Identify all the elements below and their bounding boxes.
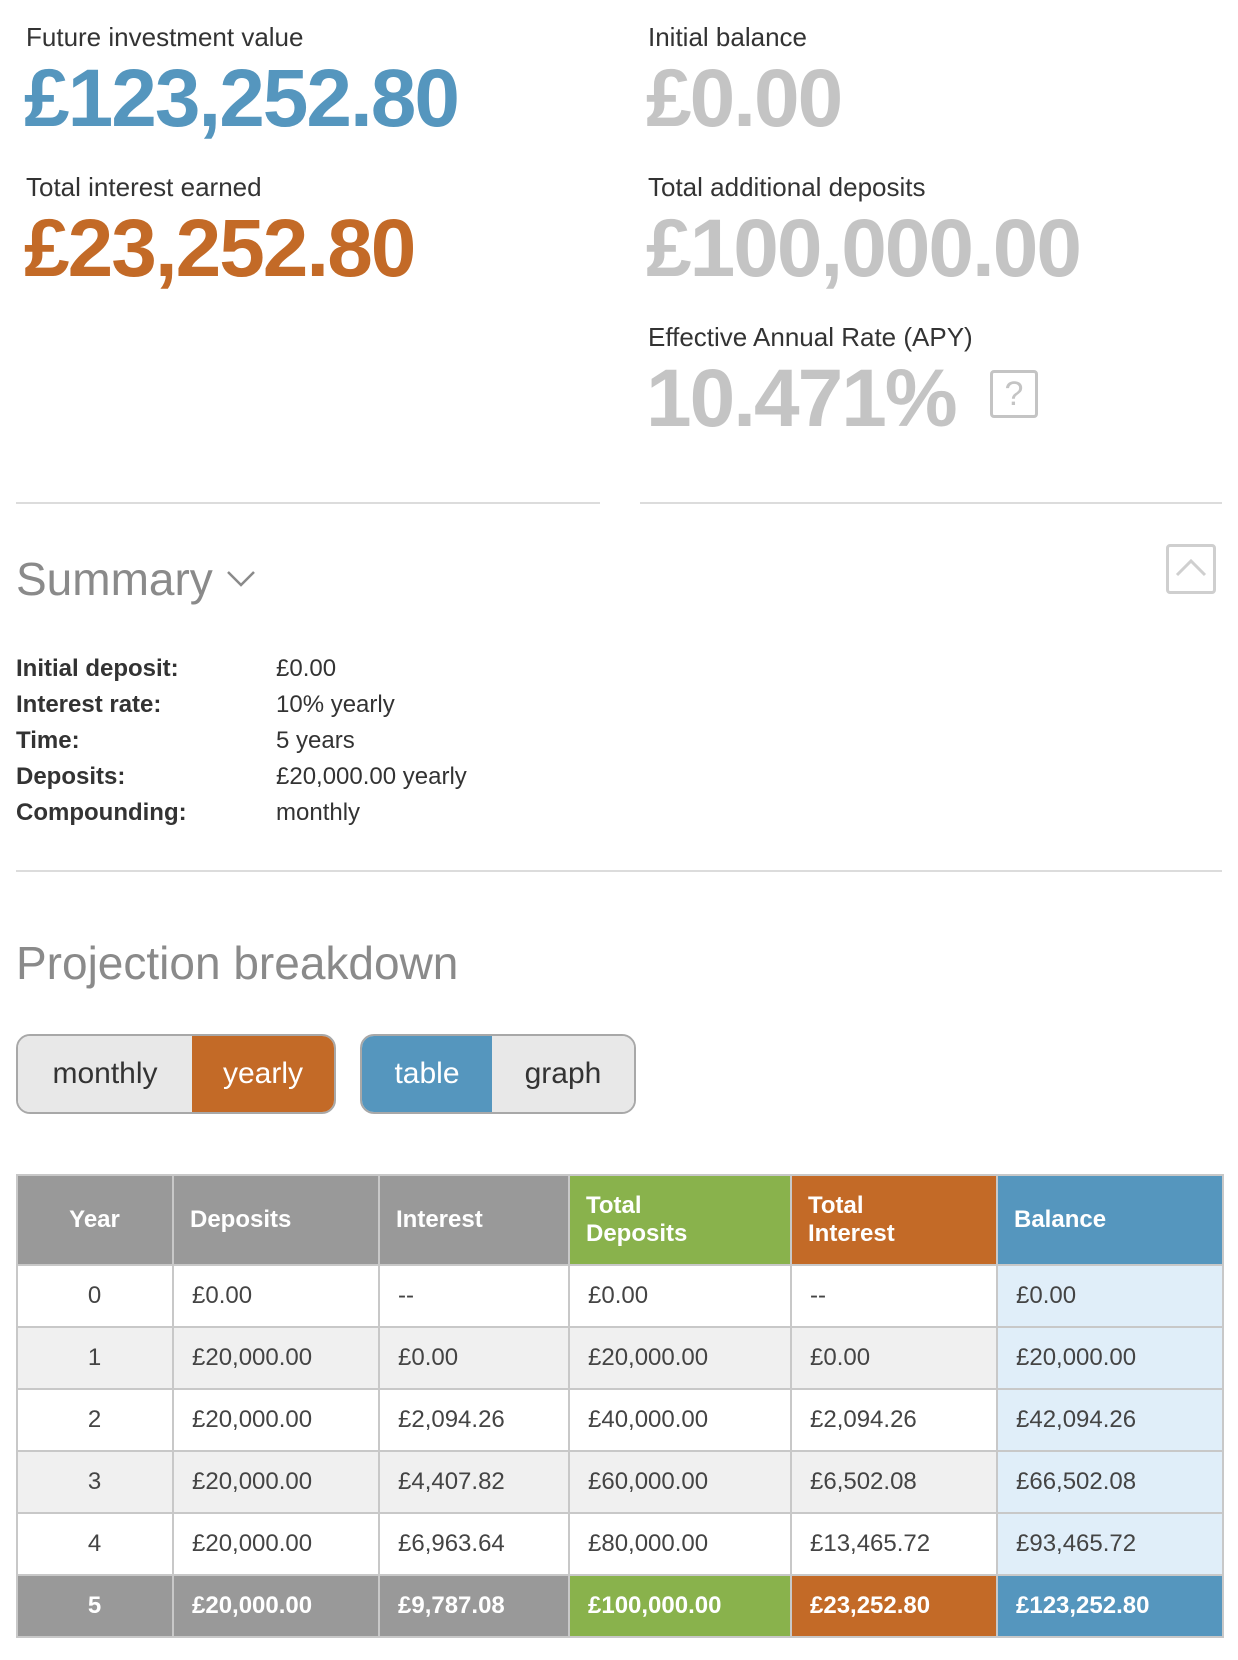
additional-deposits-label: Total additional deposits [648, 172, 926, 202]
summary-label-initial-deposit: Initial deposit: [16, 655, 179, 682]
apy-label: Effective Annual Rate (APY) [648, 322, 973, 352]
summary-label-deposits: Deposits: [16, 763, 126, 790]
cell-total-interest: £6,502.08 [790, 1450, 998, 1514]
summary-divider [16, 870, 1222, 872]
chevron-up-icon [1175, 558, 1207, 577]
view-toggle: table graph [360, 1034, 636, 1114]
cell-total-interest: £13,465.72 [790, 1512, 998, 1576]
table-row: 4 £20,000.00 £6,963.64 £80,000.00 £13,46… [16, 1512, 1224, 1576]
cell-total-deposits: £80,000.00 [568, 1512, 792, 1576]
cell-total-deposits: £60,000.00 [568, 1450, 792, 1514]
cell-balance: £93,465.72 [996, 1512, 1224, 1576]
cell-total-interest: £23,252.80 [790, 1574, 998, 1638]
cell-total-deposits: £20,000.00 [568, 1326, 792, 1390]
cell-deposits: £20,000.00 [172, 1512, 380, 1576]
col-header-interest: Interest [378, 1174, 570, 1266]
col-header-total-deposits: Total Deposits [568, 1174, 792, 1266]
cell-total-deposits: £100,000.00 [568, 1574, 792, 1638]
yearly-toggle-button[interactable]: yearly [192, 1036, 334, 1112]
future-value-amount: £123,252.80 [24, 53, 460, 144]
cell-deposits: £0.00 [172, 1264, 380, 1328]
summary-label-compounding: Compounding: [16, 799, 187, 826]
period-toggle: monthly yearly [16, 1034, 336, 1114]
cell-total-interest: -- [790, 1264, 998, 1328]
cell-interest: £4,407.82 [378, 1450, 570, 1514]
cell-year: 5 [16, 1574, 174, 1638]
table-row: 3 £20,000.00 £4,407.82 £60,000.00 £6,502… [16, 1450, 1224, 1514]
summary-value-initial-deposit: £0.00 [276, 655, 337, 682]
cell-year: 3 [16, 1450, 174, 1514]
cell-balance: £66,502.08 [996, 1450, 1224, 1514]
summary-value-compounding: monthly [276, 799, 361, 826]
cell-total-interest: £2,094.26 [790, 1388, 998, 1452]
col-header-year: Year [16, 1174, 174, 1266]
cell-deposits: £20,000.00 [172, 1450, 380, 1514]
cell-deposits: £20,000.00 [172, 1388, 380, 1452]
summary-label-interest-rate: Interest rate: [16, 691, 162, 718]
summary-value-deposits: £20,000.00 yearly [276, 763, 467, 790]
table-header-row: Year Deposits Interest Total Deposits To… [16, 1174, 1224, 1266]
cell-interest: £6,963.64 [378, 1512, 570, 1576]
table-toggle-button[interactable]: table [362, 1036, 492, 1112]
total-interest-label: Total interest earned [26, 172, 262, 202]
chevron-down-icon[interactable] [224, 566, 258, 590]
table-row: 0 £0.00 -- £0.00 -- £0.00 [16, 1264, 1224, 1328]
divider-left [16, 502, 600, 504]
apy-value: 10.471% [646, 353, 958, 444]
total-interest-amount: £23,252.80 [24, 203, 416, 294]
cell-year: 0 [16, 1264, 174, 1328]
cell-balance: £42,094.26 [996, 1388, 1224, 1452]
cell-total-interest: £0.00 [790, 1326, 998, 1390]
summary-label-time: Time: [16, 727, 80, 754]
cell-balance: £20,000.00 [996, 1326, 1224, 1390]
cell-balance: £0.00 [996, 1264, 1224, 1328]
divider-right [640, 502, 1222, 504]
collapse-button[interactable] [1166, 544, 1216, 594]
summary-title[interactable]: Summary [16, 552, 213, 606]
cell-interest: -- [378, 1264, 570, 1328]
cell-interest: £0.00 [378, 1326, 570, 1390]
col-header-deposits: Deposits [172, 1174, 380, 1266]
projection-title: Projection breakdown [16, 937, 459, 989]
col-header-balance: Balance [996, 1174, 1224, 1266]
cell-year: 2 [16, 1388, 174, 1452]
cell-deposits: £20,000.00 [172, 1574, 380, 1638]
initial-balance-label: Initial balance [648, 22, 807, 52]
monthly-toggle-button[interactable]: monthly [18, 1036, 192, 1112]
table-row: 2 £20,000.00 £2,094.26 £40,000.00 £2,094… [16, 1388, 1224, 1452]
cell-balance: £123,252.80 [996, 1574, 1224, 1638]
summary-value-interest-rate: 10% yearly [276, 691, 395, 718]
col-header-total-interest: Total Interest [790, 1174, 998, 1266]
future-value-label: Future investment value [26, 22, 304, 52]
cell-deposits: £20,000.00 [172, 1326, 380, 1390]
projection-table: Year Deposits Interest Total Deposits To… [16, 1174, 1224, 1638]
additional-deposits-amount: £100,000.00 [646, 203, 1082, 294]
cell-year: 4 [16, 1512, 174, 1576]
cell-year: 1 [16, 1326, 174, 1390]
table-row: 1 £20,000.00 £0.00 £20,000.00 £0.00 £20,… [16, 1326, 1224, 1390]
initial-balance-amount: £0.00 [646, 53, 843, 144]
summary-value-time: 5 years [276, 727, 355, 754]
table-total-row: 5 £20,000.00 £9,787.08 £100,000.00 £23,2… [16, 1574, 1224, 1638]
cell-total-deposits: £0.00 [568, 1264, 792, 1328]
graph-toggle-button[interactable]: graph [492, 1036, 634, 1112]
cell-interest: £2,094.26 [378, 1388, 570, 1452]
help-icon[interactable]: ? [990, 370, 1038, 418]
cell-total-deposits: £40,000.00 [568, 1388, 792, 1452]
cell-interest: £9,787.08 [378, 1574, 570, 1638]
